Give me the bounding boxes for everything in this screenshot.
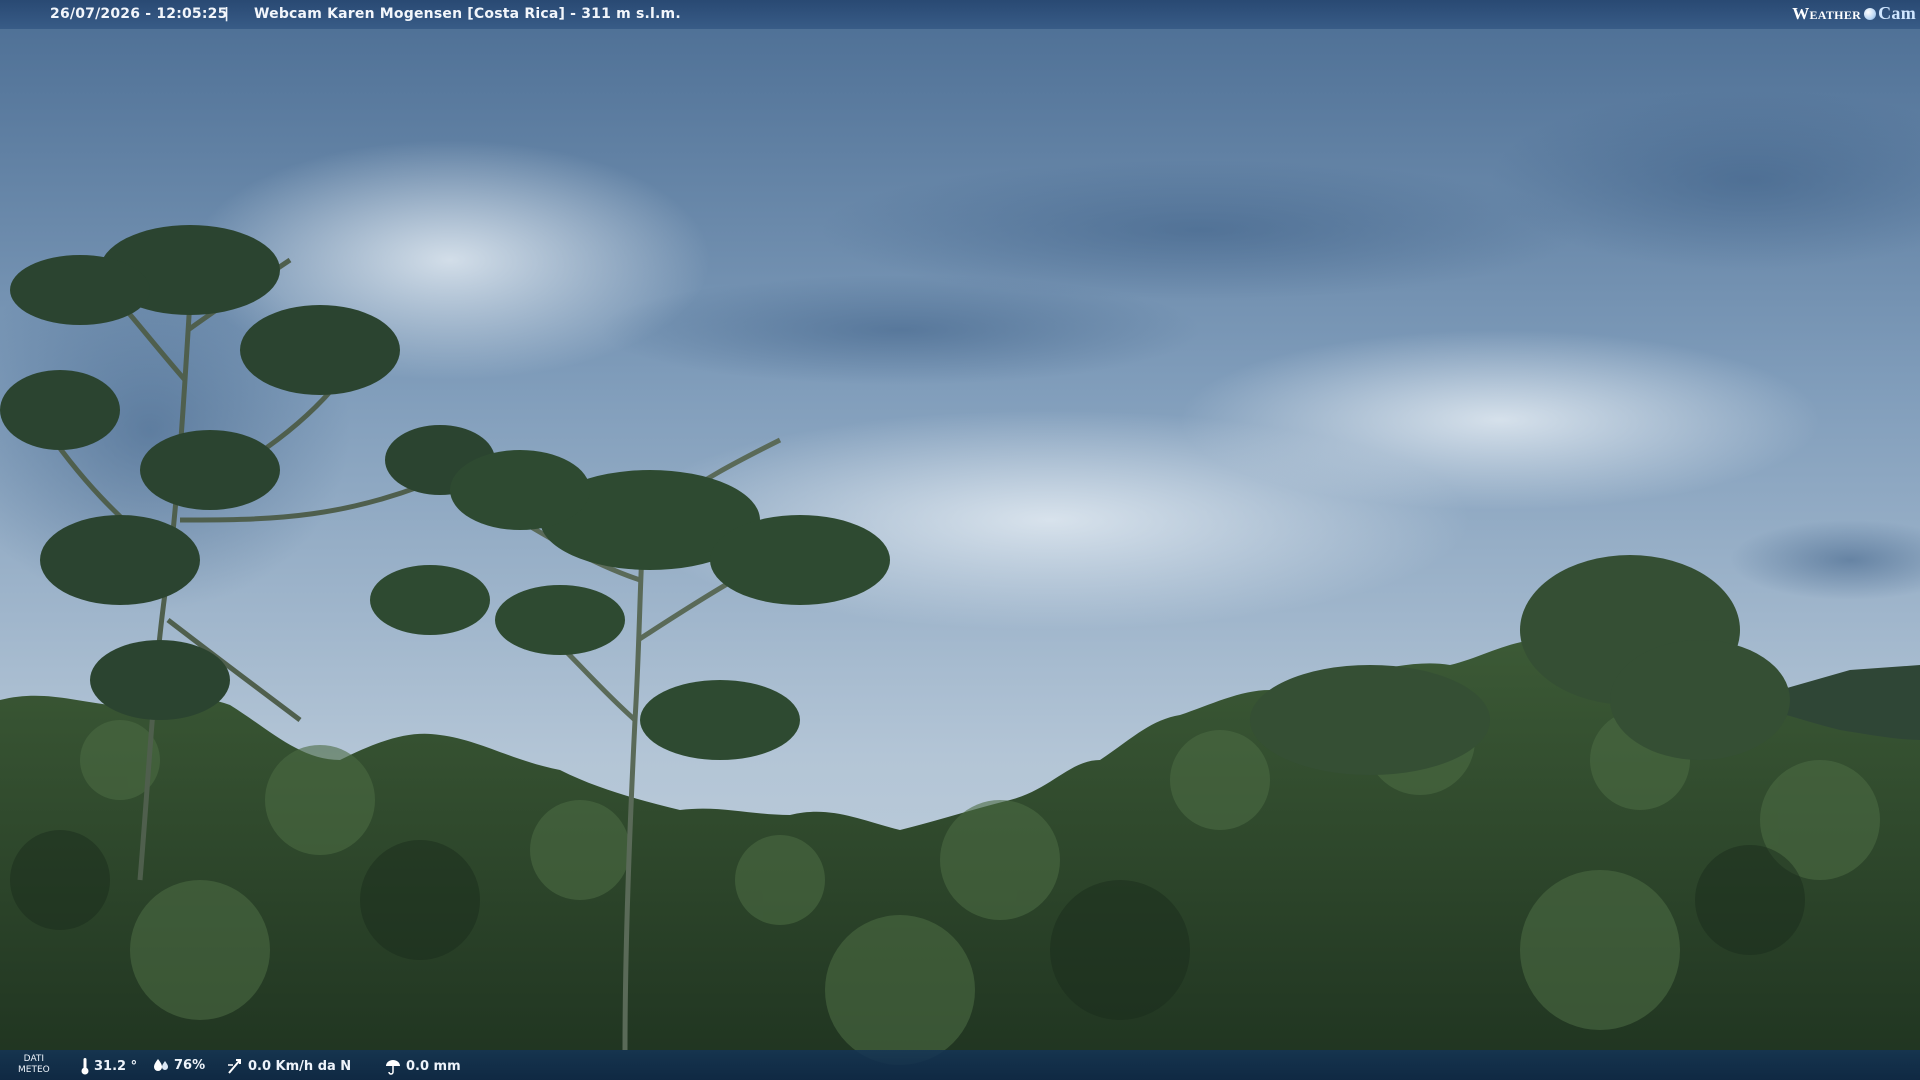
wind-value: 0.0 Km/h da N [248, 1058, 352, 1074]
webcam-image [0, 0, 1920, 1080]
globe-dot-icon [1864, 7, 1877, 20]
wind-readout: 0.0 Km/h da N [226, 1057, 351, 1075]
brand-word-weather: Weather [1792, 3, 1862, 23]
rain-readout: 0.0 mm [384, 1057, 461, 1075]
humidity-drops-icon [154, 1059, 168, 1071]
weather-data-bar: DATI METEO 31.2 ° 76% 0.0 Km/h da N 0.0 … [0, 1050, 1920, 1080]
humidity-value: 76% [174, 1057, 206, 1073]
capture-datetime: 26/07/2026 - 12:05:25 [50, 6, 228, 22]
brand-word-cam: Cam [1878, 3, 1916, 23]
top-info-bar: 26/07/2026 - 12:05:25 | Webcam Karen Mog… [0, 0, 1920, 29]
webcam-title: Webcam Karen Mogensen [Costa Rica] - 311… [254, 6, 681, 22]
meteo-label: DATI METEO [18, 1054, 50, 1075]
temperature-readout: 31.2 ° [80, 1057, 137, 1075]
rain-umbrella-icon [386, 1060, 400, 1075]
header-separator: | [224, 6, 230, 22]
temperature-value: 31.2 ° [94, 1058, 138, 1074]
weathercam-logo: Weather Cam [1792, 3, 1916, 24]
humidity-readout: 76% [152, 1057, 205, 1073]
wind-vane-icon [228, 1059, 241, 1074]
thermometer-icon [81, 1058, 89, 1075]
webcam-frame: 26/07/2026 - 12:05:25 | Webcam Karen Mog… [0, 0, 1920, 1080]
rain-value: 0.0 mm [406, 1058, 461, 1074]
